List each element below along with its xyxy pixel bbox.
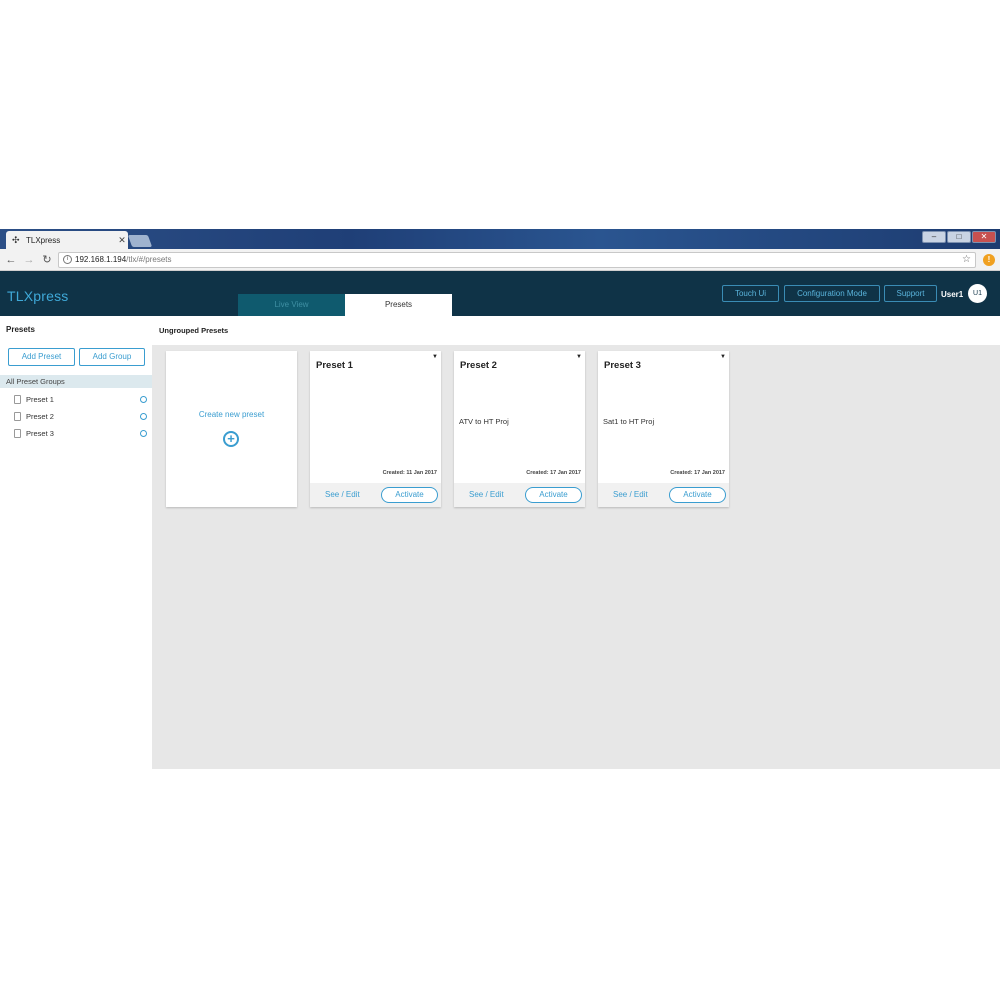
- card-footer: See / Edit Activate: [310, 483, 441, 507]
- see-edit-link[interactable]: See / Edit: [469, 490, 504, 499]
- presets-sidebar: Presets Add Preset Add Group All Preset …: [0, 316, 152, 769]
- tab-title: TLXpress: [26, 235, 61, 245]
- card-footer: See / Edit Activate: [454, 483, 585, 507]
- section-title: Ungrouped Presets: [159, 326, 229, 335]
- preset-card-title: Preset 3: [604, 360, 641, 371]
- favicon-icon: ✣: [12, 235, 20, 245]
- browser-tab[interactable]: ✣ TLXpress ✕: [6, 231, 128, 249]
- section-header: Ungrouped Presets: [152, 316, 1000, 345]
- sidebar-group-all[interactable]: All Preset Groups: [0, 375, 152, 388]
- preset-description: Sat1 to HT Proj: [603, 417, 655, 426]
- brand-logo: TLXpress: [7, 288, 69, 304]
- card-menu-caret-icon[interactable]: ▼: [720, 354, 726, 360]
- card-menu-caret-icon[interactable]: ▼: [576, 354, 582, 360]
- page-info-icon[interactable]: i: [63, 255, 72, 264]
- add-group-button[interactable]: Add Group: [79, 348, 145, 366]
- new-tab-button[interactable]: [127, 235, 153, 247]
- sidebar-item-preset-3[interactable]: Preset 3: [0, 425, 152, 442]
- preset-created-date: Created: 11 Jan 2017: [382, 470, 437, 476]
- preset-card-title: Preset 2: [460, 360, 497, 371]
- minimize-icon[interactable]: ‒: [922, 231, 946, 243]
- support-button[interactable]: Support: [884, 285, 937, 302]
- add-preset-button[interactable]: Add Preset: [8, 348, 75, 366]
- sidebar-item-label: Preset 2: [26, 412, 54, 421]
- see-edit-link[interactable]: See / Edit: [325, 490, 360, 499]
- avatar[interactable]: U1: [968, 284, 987, 303]
- activate-button[interactable]: Activate: [525, 487, 582, 503]
- activate-button[interactable]: Activate: [669, 487, 726, 503]
- sidebar-item-label: Preset 1: [26, 395, 54, 404]
- create-preset-card[interactable]: Create new preset +: [166, 351, 297, 507]
- url-input[interactable]: i 192.168.1.194/tlx/#/presets ☆: [58, 252, 976, 268]
- browser-window: ✣ TLXpress ✕ ‒ □ ✕ ← → ↻ i 192.168.1.194…: [0, 229, 1000, 769]
- back-icon[interactable]: ←: [4, 253, 18, 267]
- sidebar-item-label: Preset 3: [26, 429, 54, 438]
- extension-icon[interactable]: !: [983, 254, 995, 266]
- preset-created-date: Created: 17 Jan 2017: [670, 470, 725, 476]
- window-close-icon[interactable]: ✕: [972, 231, 996, 243]
- document-icon: [14, 412, 21, 421]
- preset-status-radio[interactable]: [140, 430, 147, 437]
- sidebar-item-preset-2[interactable]: Preset 2: [0, 408, 152, 425]
- address-bar: ← → ↻ i 192.168.1.194/tlx/#/presets ☆ !: [0, 249, 1000, 271]
- close-tab-icon[interactable]: ✕: [116, 235, 128, 246]
- url-path: /tlx/#/presets: [126, 255, 172, 264]
- tab-presets[interactable]: Presets: [345, 294, 452, 316]
- preset-card-title: Preset 1: [316, 360, 353, 371]
- document-icon: [14, 395, 21, 404]
- preset-created-date: Created: 17 Jan 2017: [526, 470, 581, 476]
- card-footer: See / Edit Activate: [598, 483, 729, 507]
- preset-status-radio[interactable]: [140, 413, 147, 420]
- presets-content: Ungrouped Presets Create new preset + Pr…: [152, 316, 1000, 769]
- plus-circle-icon[interactable]: +: [223, 431, 239, 447]
- configuration-mode-button[interactable]: Configuration Mode: [784, 285, 880, 302]
- see-edit-link[interactable]: See / Edit: [613, 490, 648, 499]
- browser-titlebar: ✣ TLXpress ✕ ‒ □ ✕: [0, 229, 1000, 249]
- tab-live-view[interactable]: Live View: [238, 294, 345, 316]
- window-controls: ‒ □ ✕: [922, 231, 996, 243]
- document-icon: [14, 429, 21, 438]
- sidebar-item-preset-1[interactable]: Preset 1: [0, 391, 152, 408]
- app-header: TLXpress Live View Presets Touch Ui Conf…: [0, 271, 1000, 316]
- sidebar-title: Presets: [6, 325, 35, 334]
- maximize-icon[interactable]: □: [947, 231, 971, 243]
- preset-card: Preset 2 ▼ ATV to HT Proj Created: 17 Ja…: [454, 351, 585, 507]
- url-host: 192.168.1.194: [75, 255, 127, 264]
- preset-description: ATV to HT Proj: [459, 417, 509, 426]
- activate-button[interactable]: Activate: [381, 487, 438, 503]
- preset-card: Preset 1 ▼ Created: 11 Jan 2017 See / Ed…: [310, 351, 441, 507]
- create-preset-label: Create new preset: [198, 410, 265, 419]
- touch-ui-button[interactable]: Touch Ui: [722, 285, 779, 302]
- reload-icon[interactable]: ↻: [40, 253, 54, 267]
- forward-icon[interactable]: →: [22, 253, 36, 267]
- preset-card: Preset 3 ▼ Sat1 to HT Proj Created: 17 J…: [598, 351, 729, 507]
- user-name: User1: [941, 290, 964, 299]
- bookmark-star-icon[interactable]: ☆: [962, 253, 971, 267]
- preset-status-radio[interactable]: [140, 396, 147, 403]
- card-menu-caret-icon[interactable]: ▼: [432, 354, 438, 360]
